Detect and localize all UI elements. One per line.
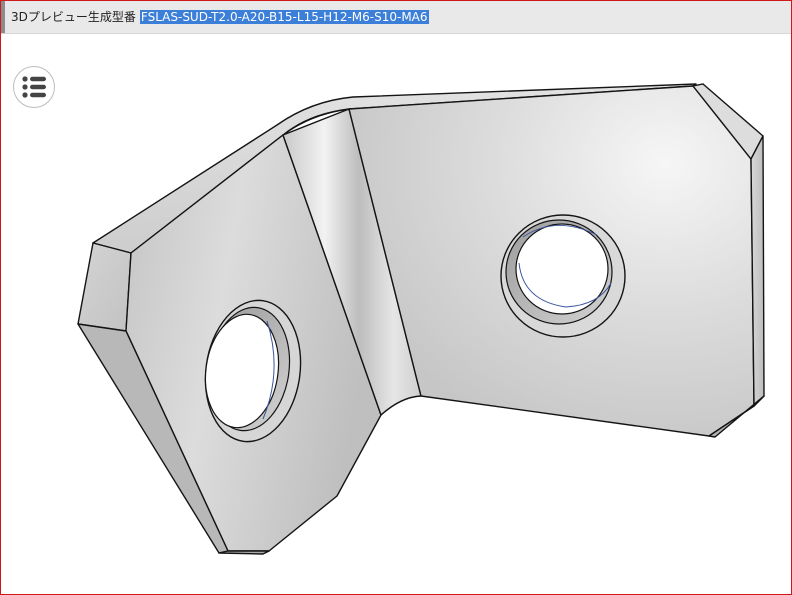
bracket-model-render [77, 83, 765, 555]
preview-window: 3Dプレビュー生成型番 FSLAS-SUD-T2.0-A20-B15-L15-H1… [0, 0, 792, 595]
title-label: 3Dプレビュー生成型番 [11, 10, 136, 24]
part-number-selected[interactable]: FSLAS-SUD-T2.0-A20-B15-L15-H12-M6-S10-MA… [139, 10, 429, 24]
page-title: 3Dプレビュー生成型番 FSLAS-SUD-T2.0-A20-B15-L15-H1… [11, 9, 429, 25]
title-bar: 3Dプレビュー生成型番 FSLAS-SUD-T2.0-A20-B15-L15-H1… [1, 1, 791, 34]
3d-viewport[interactable] [1, 34, 791, 594]
right-mounting-hole [500, 214, 626, 338]
title-accent [1, 1, 5, 33]
